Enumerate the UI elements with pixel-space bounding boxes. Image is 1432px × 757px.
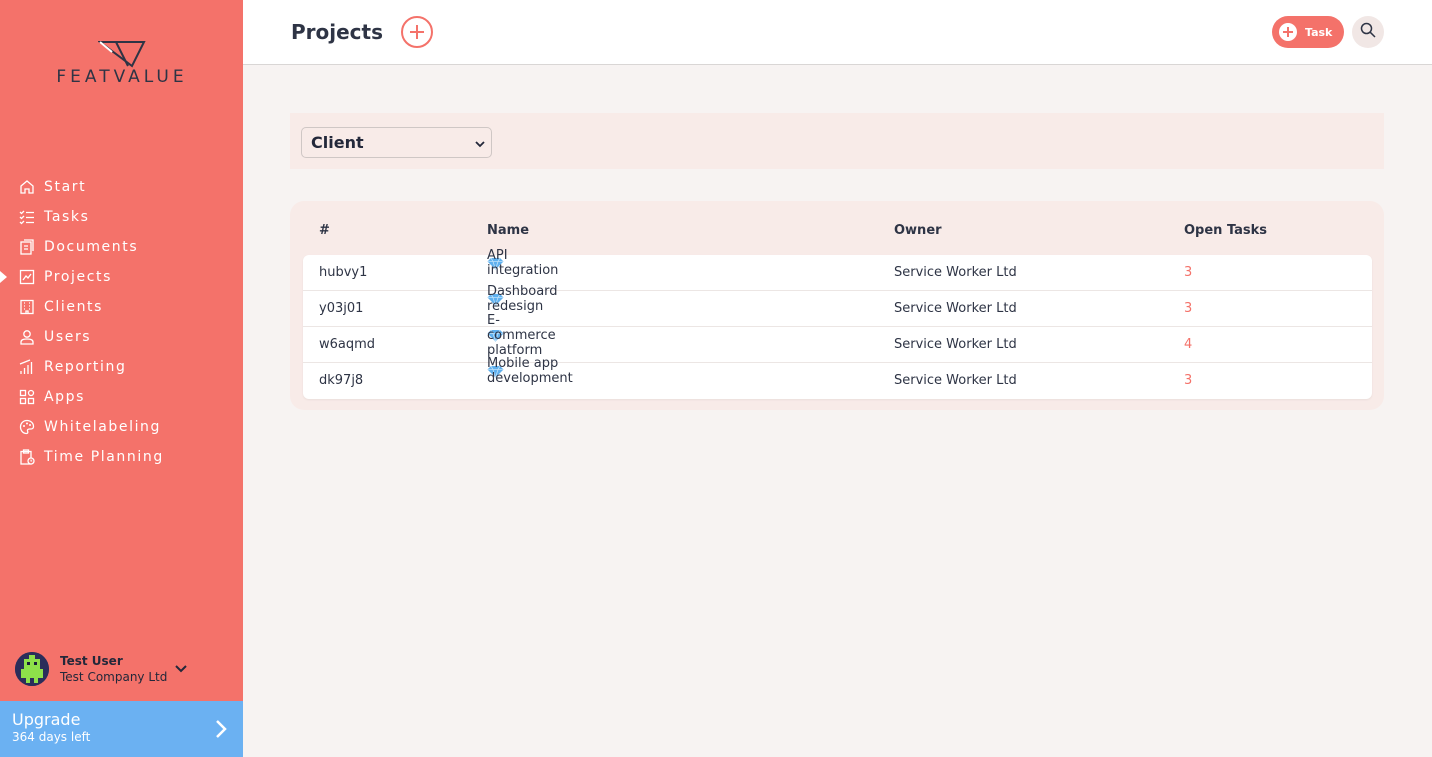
table-row[interactable]: hubvy1 API integration Service Worker Lt…	[303, 248, 1372, 291]
project-name: Dashboard redesign	[487, 284, 558, 314]
sidebar-item-label: Documents	[44, 239, 139, 255]
user-company: Test Company Ltd	[60, 670, 168, 684]
search-icon	[1360, 22, 1376, 42]
sidebar-nav: Start Tasks Documents Projects Clients U…	[0, 172, 243, 472]
sidebar-item-label: Reporting	[44, 359, 127, 375]
user-menu[interactable]: Test User Test Company Ltd	[15, 651, 230, 687]
sidebar-item-label: Projects	[44, 269, 112, 285]
sidebar-item-clients[interactable]: Clients	[0, 292, 243, 322]
project-owner: Service Worker Ltd	[894, 301, 1017, 316]
search-button[interactable]	[1352, 16, 1384, 48]
logo-mark-icon	[98, 41, 146, 68]
sidebar-item-label: Apps	[44, 389, 86, 405]
sidebar-item-label: Start	[44, 179, 87, 195]
sidebar-item-label: Time Planning	[44, 449, 164, 465]
table-row[interactable]: dk97j8 Mobile app development Service Wo…	[303, 356, 1372, 399]
logo[interactable]: FEATVALUE	[36, 40, 208, 90]
chevron-right-icon	[215, 719, 227, 743]
projects-table: # Name Owner Open Tasks hubvy1 API integ…	[290, 201, 1384, 410]
bar-chart-icon	[18, 358, 36, 376]
add-project-button[interactable]	[401, 16, 433, 48]
open-tasks-count[interactable]: 4	[1184, 337, 1192, 352]
project-owner: Service Worker Ltd	[894, 373, 1017, 388]
chevron-down-icon	[475, 133, 485, 152]
sidebar-item-whitelabeling[interactable]: Whitelabeling	[0, 412, 243, 442]
sidebar-item-apps[interactable]: Apps	[0, 382, 243, 412]
building-icon	[18, 298, 36, 316]
table-body: hubvy1 API integration Service Worker Lt…	[303, 248, 1372, 399]
open-tasks-count[interactable]: 3	[1184, 265, 1192, 280]
home-icon	[18, 178, 36, 196]
sidebar-item-users[interactable]: Users	[0, 322, 243, 352]
sidebar-item-label: Clients	[44, 299, 104, 315]
project-id: hubvy1	[319, 265, 368, 280]
project-name: API integration	[487, 248, 559, 278]
column-header-open-tasks[interactable]: Open Tasks	[1184, 223, 1267, 238]
table-row[interactable]: w6aqmd E-commerce platform Service Worke…	[303, 313, 1372, 363]
project-name: Mobile app development	[487, 356, 573, 386]
logo-text: FEATVALUE	[56, 67, 188, 87]
table-header: # Name Owner Open Tasks	[290, 223, 1384, 241]
column-header-name[interactable]: Name	[487, 223, 529, 238]
sidebar-item-documents[interactable]: Documents	[0, 232, 243, 262]
project-name: E-commerce platform	[487, 312, 556, 358]
sidebar-item-start[interactable]: Start	[0, 172, 243, 202]
client-select-value: Client	[311, 133, 364, 152]
project-owner: Service Worker Ltd	[894, 337, 1017, 352]
column-header-id[interactable]: #	[319, 223, 330, 238]
column-header-owner[interactable]: Owner	[894, 223, 942, 238]
sidebar-item-tasks[interactable]: Tasks	[0, 202, 243, 232]
upgrade-button[interactable]: Upgrade 364 days left	[0, 701, 243, 757]
avatar	[15, 652, 49, 686]
project-id: y03j01	[319, 301, 364, 316]
user-name: Test User	[60, 654, 123, 668]
add-task-button[interactable]: Task	[1272, 16, 1344, 48]
client-select[interactable]: Client	[301, 127, 492, 158]
filter-bar: Client	[290, 113, 1384, 169]
project-id: w6aqmd	[319, 337, 376, 352]
clipboard-clock-icon	[18, 448, 36, 466]
add-task-label: Task	[1305, 25, 1333, 39]
project-owner: Service Worker Ltd	[894, 265, 1017, 280]
plus-icon	[1279, 23, 1297, 41]
sidebar-item-label: Tasks	[44, 209, 90, 225]
documents-icon	[18, 238, 36, 256]
palette-icon	[18, 418, 36, 436]
sidebar-item-reporting[interactable]: Reporting	[0, 352, 243, 382]
sidebar-item-time-planning[interactable]: Time Planning	[0, 442, 243, 472]
sidebar-item-projects[interactable]: Projects	[0, 262, 243, 292]
open-tasks-count[interactable]: 3	[1184, 373, 1192, 388]
chart-icon	[18, 268, 36, 286]
upgrade-title: Upgrade	[12, 710, 81, 729]
sidebar: FEATVALUE Start Tasks Documents Projects	[0, 0, 243, 757]
page-title: Projects	[291, 20, 384, 44]
user-icon	[18, 328, 36, 346]
chevron-down-icon	[175, 658, 188, 677]
top-header: Projects Task	[243, 0, 1432, 65]
user-info: Test User Test Company Ltd	[60, 653, 167, 685]
project-id: dk97j8	[319, 373, 364, 388]
checklist-icon	[18, 208, 36, 226]
open-tasks-count[interactable]: 3	[1184, 301, 1192, 316]
sidebar-item-label: Whitelabeling	[44, 419, 162, 435]
upgrade-days-left: 364 days left	[12, 730, 91, 744]
sidebar-item-label: Users	[44, 329, 92, 345]
table-row[interactable]: y03j01 Dashboard redesign Service Worker…	[303, 284, 1372, 327]
apps-icon	[18, 388, 36, 406]
